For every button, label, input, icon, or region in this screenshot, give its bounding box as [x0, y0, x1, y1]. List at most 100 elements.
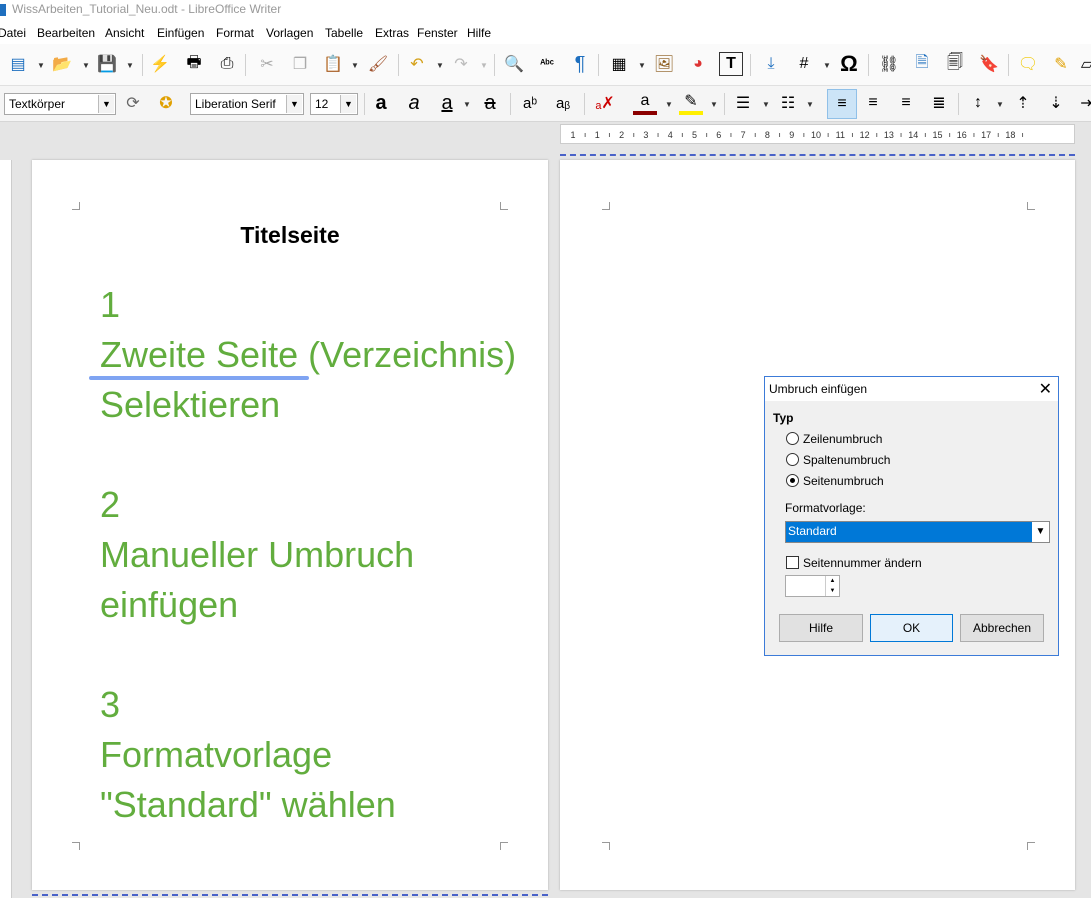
increase-paragraph-spacing-icon[interactable]: ⇡: [1011, 91, 1035, 115]
print-preview-icon[interactable]: ⎙: [215, 52, 239, 76]
step-2-line-2[interactable]: einfügen: [100, 580, 238, 630]
undo-dropdown-icon[interactable]: ▼: [436, 61, 444, 70]
special-character-icon[interactable]: Ω: [837, 51, 861, 76]
menu-ansicht[interactable]: Ansicht: [105, 26, 144, 40]
font-color-icon[interactable]: a: [633, 91, 657, 115]
chevron-down-icon[interactable]: ▼: [98, 95, 114, 113]
page-1[interactable]: Titelseite 1 Zweite Seite (Verzeichnis) …: [32, 160, 548, 890]
spellcheck-icon[interactable]: ᴬᵇᶜ: [535, 52, 559, 76]
step-3-line-2[interactable]: "Standard" wählen: [100, 780, 396, 830]
insert-hyperlink-icon[interactable]: ⛓: [877, 52, 901, 76]
step-3-line-1[interactable]: Formatvorlage: [100, 730, 332, 780]
redo-icon[interactable]: ↷: [449, 52, 473, 76]
vertical-ruler[interactable]: [0, 160, 12, 898]
line-spacing-icon[interactable]: ↕: [966, 91, 990, 115]
highlight-color-icon[interactable]: ✎: [679, 91, 703, 115]
change-page-number-checkbox[interactable]: [786, 556, 799, 569]
increase-indent-icon[interactable]: ⇥: [1075, 91, 1091, 115]
chevron-down-icon[interactable]: ▼: [286, 95, 302, 113]
line-spacing-dropdown-icon[interactable]: ▼: [996, 100, 1004, 109]
new-dropdown-icon[interactable]: ▼: [37, 61, 45, 70]
update-style-icon[interactable]: ⟳: [121, 91, 145, 115]
menu-datei[interactable]: Datei: [0, 26, 26, 40]
numbered-list-icon[interactable]: ☷: [776, 91, 800, 115]
justify-icon[interactable]: ≣: [927, 91, 951, 115]
open-dropdown-icon[interactable]: ▼: [82, 61, 90, 70]
align-right-icon[interactable]: ≡: [894, 91, 918, 115]
insert-endnote-icon[interactable]: 🗐: [943, 52, 967, 76]
menu-extras[interactable]: Extras: [375, 26, 409, 40]
step-2-number[interactable]: 2: [100, 480, 120, 530]
radio-line-break[interactable]: [786, 432, 799, 445]
close-icon[interactable]: ✕: [1039, 379, 1052, 399]
chevron-down-icon[interactable]: ▼: [1032, 522, 1049, 542]
undo-icon[interactable]: ↶: [405, 52, 429, 76]
radio-line-break-label[interactable]: Zeilenumbruch: [803, 432, 882, 446]
table-dropdown-icon[interactable]: ▼: [638, 61, 646, 70]
highlight-dropdown-icon[interactable]: ▼: [710, 100, 718, 109]
menu-fenster[interactable]: Fenster: [417, 26, 458, 40]
step-1-line-1[interactable]: Zweite Seite (Verzeichnis): [100, 330, 516, 380]
find-replace-icon[interactable]: 🔍: [502, 52, 526, 76]
redo-dropdown-icon[interactable]: ▼: [480, 61, 488, 70]
page-title[interactable]: Titelseite: [32, 222, 548, 249]
font-size-combo[interactable]: 12 ▼: [310, 93, 358, 115]
chevron-down-icon[interactable]: ▼: [340, 95, 356, 113]
radio-column-break[interactable]: [786, 453, 799, 466]
paragraph-style-combo[interactable]: Textkörper ▼: [4, 93, 116, 115]
paste-icon[interactable]: 📋: [321, 52, 345, 76]
underline-dropdown-icon[interactable]: ▼: [463, 100, 471, 109]
paste-dropdown-icon[interactable]: ▼: [351, 61, 359, 70]
menu-format[interactable]: Format: [216, 26, 254, 40]
save-dropdown-icon[interactable]: ▼: [126, 61, 134, 70]
cut-icon[interactable]: ✂: [255, 52, 279, 76]
radio-column-break-label[interactable]: Spaltenumbruch: [803, 453, 890, 467]
field-dropdown-icon[interactable]: ▼: [823, 61, 831, 70]
step-1-number[interactable]: 1: [100, 280, 120, 330]
insert-image-icon[interactable]: 🖼: [652, 52, 676, 76]
step-1-line-2[interactable]: Selektieren: [100, 380, 280, 430]
radio-page-break[interactable]: [786, 474, 799, 487]
insert-page-break-icon[interactable]: ⤓: [759, 52, 783, 76]
insert-textbox-icon[interactable]: T: [719, 52, 743, 76]
menu-hilfe[interactable]: Hilfe: [467, 26, 491, 40]
step-2-line-1[interactable]: Manueller Umbruch: [100, 530, 414, 580]
bullet-dropdown-icon[interactable]: ▼: [762, 100, 770, 109]
help-button[interactable]: Hilfe: [779, 614, 863, 642]
radio-page-break-label[interactable]: Seitenumbruch: [803, 474, 884, 488]
numbered-dropdown-icon[interactable]: ▼: [806, 100, 814, 109]
dialog-title-bar[interactable]: Umbruch einfügen ✕: [765, 377, 1058, 401]
insert-footnote-icon[interactable]: 🗎: [910, 52, 934, 76]
menu-einfuegen[interactable]: Einfügen: [157, 26, 204, 40]
new-document-icon[interactable]: ▤: [6, 52, 30, 76]
open-folder-icon[interactable]: 📂: [50, 52, 74, 76]
superscript-icon[interactable]: aᵇ: [518, 91, 542, 115]
insert-table-icon[interactable]: ▦: [607, 52, 631, 76]
export-pdf-icon[interactable]: ⚡: [148, 52, 172, 76]
copy-icon[interactable]: ❐: [288, 52, 312, 76]
insert-chart-icon[interactable]: ◕: [686, 52, 710, 76]
cancel-button[interactable]: Abbrechen: [960, 614, 1044, 642]
menu-tabelle[interactable]: Tabelle: [325, 26, 363, 40]
font-color-dropdown-icon[interactable]: ▼: [665, 100, 673, 109]
ok-button[interactable]: OK: [870, 614, 953, 642]
track-changes-icon[interactable]: ✎: [1049, 52, 1073, 76]
bold-icon[interactable]: a: [369, 91, 393, 115]
horizontal-ruler[interactable]: 1 1 2 3 4 5 6 7 8 9 10 11 12 13 14 15 16 17 18: [560, 124, 1075, 144]
stepper-arrows-icon[interactable]: ▲ ▼: [825, 576, 839, 596]
clone-formatting-icon[interactable]: 🖌: [366, 52, 390, 76]
save-icon[interactable]: 💾: [95, 52, 119, 76]
new-style-icon[interactable]: ✪: [154, 91, 178, 115]
font-name-combo[interactable]: Liberation Serif ▼: [190, 93, 304, 115]
bullet-list-icon[interactable]: ☰: [731, 91, 755, 115]
draw-functions-icon[interactable]: ▱: [1075, 52, 1091, 76]
underline-icon[interactable]: a: [435, 91, 459, 115]
align-center-icon[interactable]: ≡: [861, 91, 885, 115]
insert-comment-icon[interactable]: 🗨: [1016, 52, 1040, 76]
step-3-number[interactable]: 3: [100, 680, 120, 730]
insert-field-icon[interactable]: #: [792, 52, 816, 76]
clear-formatting-icon[interactable]: ₐ✗: [593, 91, 617, 115]
page-number-stepper[interactable]: ▲ ▼: [785, 575, 840, 597]
subscript-icon[interactable]: aᵦ: [551, 91, 575, 115]
menu-vorlagen[interactable]: Vorlagen: [266, 26, 313, 40]
